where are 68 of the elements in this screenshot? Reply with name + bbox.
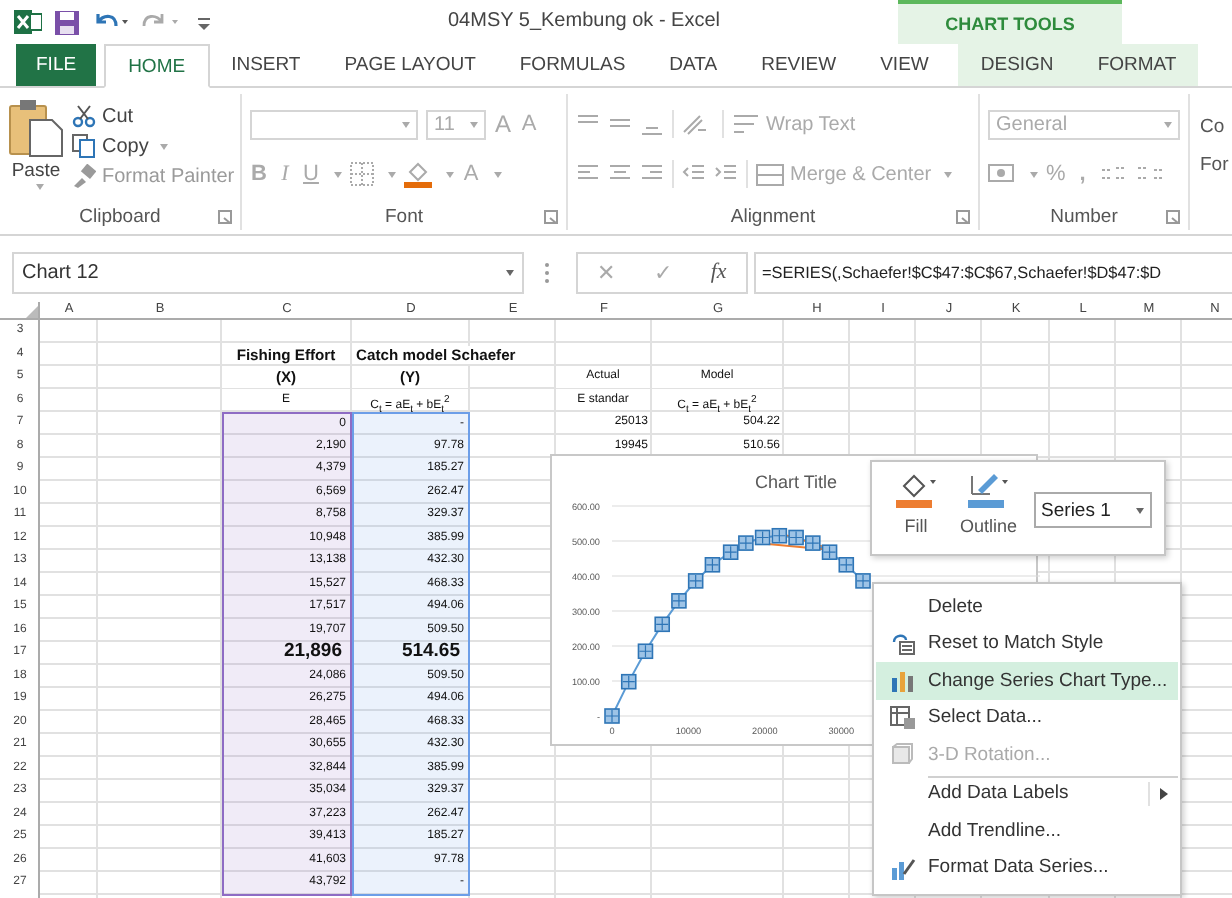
bar-chart-icon [890,668,914,693]
data-point[interactable] [771,527,788,544]
menu-item[interactable]: Change Series Chart Type... [876,662,1178,699]
clipboard-icon [8,98,64,158]
window-title: 04MSY 5_Kembung ok - Excel [448,10,721,32]
cube-icon [890,742,914,767]
paintbrush-icon [72,164,96,188]
data-point[interactable] [620,673,637,690]
pen-icon [964,470,1013,510]
data-point[interactable] [821,544,838,560]
menu-item[interactable]: Format Data Series... [876,849,1178,886]
customize-toolbar-icon[interactable] [196,12,212,32]
select-all-icon [26,306,38,318]
format-series-icon [889,855,915,880]
ribbon-tab[interactable]: DESIGN [958,44,1076,86]
ribbon-tab[interactable]: INSERT [209,44,323,86]
name-box[interactable]: Chart 12 [12,251,524,293]
more-icon [544,261,550,283]
chart-title[interactable]: Chart Title [755,472,837,492]
scissors-icon [72,104,96,128]
data-point[interactable] [687,573,704,589]
data-point[interactable] [855,573,871,589]
ribbon-tab[interactable]: REVIEW [739,44,859,86]
excel-icon [14,8,42,36]
select-data-icon [889,705,915,730]
paste-button[interactable]: Paste [8,98,64,198]
save-icon[interactable] [54,9,80,35]
series-dropdown[interactable]: Series 1 [1033,492,1152,528]
formula-field[interactable]: =SERIES(,Schaefer!$C$47:$C$67,Schaefer!$D$47:$D [754,251,1232,293]
group-label: Number [1050,205,1118,227]
cut-button[interactable]: Cut [72,104,235,128]
table-cell: 514.65 [352,642,470,665]
ribbon-tab[interactable]: VIEW [858,44,951,86]
paint-bucket-icon [892,470,940,510]
group-label: Font [384,205,423,227]
data-point[interactable] [704,557,721,573]
ribbon-tab[interactable]: DATA [647,44,740,86]
ribbon-tab[interactable]: FILE [16,44,97,86]
copy-button[interactable]: Copy [72,134,235,158]
ribbon-tab[interactable]: HOME [104,44,210,88]
data-point[interactable] [754,529,771,546]
ribbon-tab[interactable]: FORMAT [1075,44,1199,86]
fill-button[interactable]: Fill [884,470,948,536]
data-point[interactable] [722,544,739,560]
data-point[interactable] [788,529,804,546]
group-label: Alignment [730,205,816,227]
merge-cells-icon [756,163,784,185]
conditional-formatting-button[interactable]: Co For [1190,88,1229,234]
wrap-text-icon [732,113,760,135]
data-point[interactable] [805,535,821,551]
ribbon-tab[interactable]: FORMULAS [497,44,648,86]
copy-icon [72,134,96,158]
dialog-launcher-icon[interactable] [218,210,232,224]
data-point[interactable] [671,593,687,609]
ribbon-tab[interactable]: PAGE LAYOUT [322,44,498,86]
submenu-arrow-icon [1160,787,1168,799]
data-point[interactable] [654,616,670,633]
outline-button[interactable]: Outline [952,470,1026,536]
contextual-tab-header: CHART TOOLS [898,0,1122,44]
data-point[interactable] [604,708,620,724]
reset-style-icon [889,631,915,656]
menu-item[interactable]: Add Trendline... [876,812,1178,849]
table-cell: 21,896 [222,642,352,665]
insert-function-button[interactable]: fx [710,260,727,284]
data-point[interactable] [838,557,855,573]
data-point[interactable] [738,535,754,551]
data-point[interactable] [637,643,654,660]
group-label: Clipboard [79,205,161,227]
